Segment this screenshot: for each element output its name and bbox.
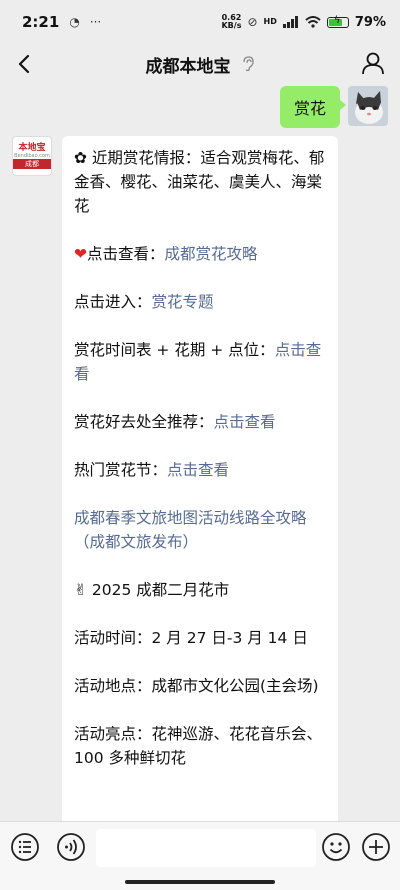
sent-bubble[interactable]: 赏花 xyxy=(279,86,347,128)
flower-market-title: ✌ 2025 成都二月花市 xyxy=(74,581,230,599)
guide-link[interactable]: 成都赏花攻略 xyxy=(165,245,258,263)
notification-app-icon: ◔ xyxy=(69,15,80,29)
guide-prefix: 点击查看： xyxy=(87,245,165,263)
emoji-icon[interactable] xyxy=(321,832,351,862)
sim-blocked-icon: ⊘ xyxy=(247,15,258,29)
guide-line: ❤点击查看：成都赏花攻略 xyxy=(74,242,326,266)
topic-link[interactable]: 赏花专题 xyxy=(152,293,214,311)
ear-icon xyxy=(242,56,254,72)
event-highlights: 活动亮点：花神巡游、花花音乐会、100 多种鲜切花 xyxy=(74,725,323,767)
schedule-prefix: 赏花时间表 + 花期 + 点位： xyxy=(74,341,275,359)
message-input[interactable] xyxy=(96,829,316,867)
places-line: 赏花好去处全推荐：点击查看 xyxy=(74,410,326,434)
places-prefix: 赏花好去处全推荐： xyxy=(74,413,214,431)
battery-percent: 79% xyxy=(354,14,386,30)
sent-message-row: 赏花 xyxy=(279,86,388,128)
festival-prefix: 热门赏花节： xyxy=(74,461,168,479)
culture-map-link[interactable]: 成都春季文旅地图活动线路全攻略（成都文旅发布） xyxy=(74,506,326,554)
status-bar: 2:21 ◔ ··· 0.62 KB/s ⊘ HD ϟ 79% xyxy=(0,0,400,44)
charging-icon: ϟ xyxy=(333,14,341,26)
received-bubble: ✿ 近期赏花情报：适合观赏梅花、郁金香、樱花、油菜花、虞美人、海棠花 ❤点击查看… xyxy=(62,136,338,826)
event-location: 活动地点：成都市文化公园(主会场) xyxy=(74,677,319,695)
festival-line: 热门赏花节：点击查看 xyxy=(74,458,326,482)
plus-icon[interactable] xyxy=(361,832,391,862)
chat-title: 成都本地宝 xyxy=(145,56,231,77)
schedule-line: 赏花时间表 + 花期 + 点位：点击查看 xyxy=(74,338,326,386)
flower-intel-text: ✿ 近期赏花情报：适合观赏梅花、郁金香、樱花、油菜花、虞美人、海棠花 xyxy=(74,149,325,215)
festival-link[interactable]: 点击查看 xyxy=(167,461,229,479)
user-icon[interactable] xyxy=(360,50,386,76)
hd-label: HD xyxy=(263,17,277,26)
bot-avatar-brand: 本地宝 xyxy=(18,143,46,153)
bot-avatar-city: 成都 xyxy=(13,159,51,169)
battery-icon: ϟ xyxy=(326,14,349,28)
home-indicator[interactable] xyxy=(125,880,275,884)
cat-avatar-image xyxy=(348,86,388,126)
more-notifications-icon: ··· xyxy=(89,15,102,29)
topic-prefix: 点击进入： xyxy=(74,293,152,311)
signal-icon xyxy=(282,16,298,28)
status-right: 0.62 KB/s ⊘ HD ϟ 79% xyxy=(221,14,386,30)
user-avatar[interactable] xyxy=(348,86,388,126)
status-time: 2:21 xyxy=(22,13,60,31)
speed-unit: KB/s xyxy=(221,21,242,30)
heart-icon: ❤ xyxy=(74,245,87,263)
chat-header: 成都本地宝 xyxy=(0,44,400,84)
bot-avatar[interactable]: 本地宝 Bendibao.com 成都 xyxy=(12,136,52,176)
network-speed: 0.62 KB/s xyxy=(221,14,241,30)
status-left: 2:21 ◔ ··· xyxy=(22,13,101,31)
places-link[interactable]: 点击查看 xyxy=(214,413,276,431)
event-time: 活动时间：2 月 27 日-3 月 14 日 xyxy=(74,629,308,647)
voice-icon[interactable] xyxy=(56,832,86,862)
wifi-icon xyxy=(305,16,321,28)
list-menu-icon[interactable] xyxy=(10,832,40,862)
topic-line: 点击进入：赏花专题 xyxy=(74,290,326,314)
title-wrap: 成都本地宝 xyxy=(146,52,255,77)
back-arrow-icon[interactable] xyxy=(12,50,40,78)
